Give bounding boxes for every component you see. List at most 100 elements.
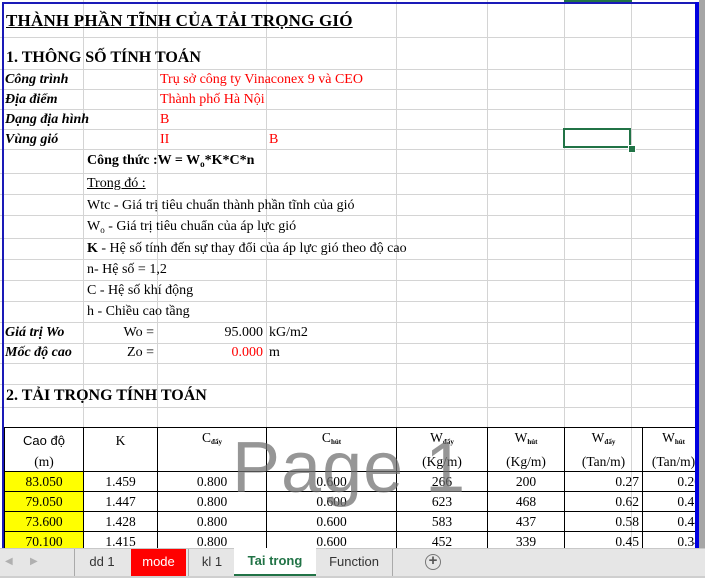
definition-k: K - Hệ số tính đến sự thay đổi của áp lự… [87, 239, 407, 259]
cell-cao-do[interactable]: 73.600 [4, 511, 84, 532]
cell-w-day-kg[interactable]: 623 [396, 491, 488, 512]
cell-cao-do[interactable]: 70.100 [4, 531, 84, 548]
vung-gio-label: Vùng gió [5, 132, 59, 147]
zo-label: Mốc độ cao [5, 345, 72, 360]
wo-label: Giá trị Wo [5, 325, 65, 340]
gridline [0, 109, 705, 110]
header-cao-do: Cao độ [4, 427, 84, 452]
cell-w-day-tan[interactable]: 0.45 [564, 531, 643, 548]
cell-cao-do[interactable]: 79.050 [4, 491, 84, 512]
worksheet-grid[interactable]: THÀNH PHẦN TĨNH CỦA TẢI TRỌNG GIÓ 1. THÔ… [0, 0, 705, 548]
unit-k [83, 452, 158, 472]
page-break-border [2, 2, 696, 4]
header-w-day-tan: Wđẩy [564, 427, 643, 452]
header-c-day: Cđẩy [157, 427, 267, 452]
cell-w-hut-kg[interactable]: 200 [487, 471, 565, 492]
sheet-tab-bar: ◀ ▶ dd 1 mode kl 1 Tai trong Function + [0, 548, 705, 578]
unit-w-day-tan: (Tan/m) [564, 452, 643, 472]
cell-w-day-tan[interactable]: 0.27 [564, 471, 643, 492]
cell-c-hut[interactable]: 0.600 [266, 511, 397, 532]
wo-equals: Wo = [123, 325, 155, 340]
tab-function[interactable]: Function [316, 549, 393, 576]
unit-c-hut [266, 452, 397, 472]
formula: Công thức :W = Wo*K*C*n [87, 151, 254, 171]
header-w-hut-kg: Whút [487, 427, 565, 452]
vung-gio-value-zone[interactable]: II [160, 130, 169, 150]
gridline [0, 37, 705, 38]
vung-gio-value-sub[interactable]: B [269, 130, 278, 150]
tab-tai-trong[interactable]: Tai trong [234, 548, 316, 576]
cell-w-day-tan[interactable]: 0.58 [564, 511, 643, 532]
table-row: 83.050 1.459 0.800 0.600 266 200 0.27 0.… [4, 471, 705, 492]
fill-handle[interactable] [628, 145, 636, 153]
cell-c-hut[interactable]: 0.600 [266, 471, 397, 492]
definition-wtc: Wtc - Giá trị tiêu chuẩn thành phần tĩnh… [87, 198, 355, 213]
gridline [0, 384, 705, 385]
cell-w-hut-kg[interactable]: 339 [487, 531, 565, 548]
zo-equals: Zo = [127, 345, 154, 360]
table-header-row: Cao độ K Cđẩy Chút Wđẩy Whút Wđẩy Whút [4, 427, 705, 452]
out-of-print-area [699, 0, 705, 548]
wo-value[interactable]: 95.000 [158, 323, 264, 343]
zo-unit: m [269, 345, 280, 360]
sheet-title: THÀNH PHẦN TĨNH CỦA TẢI TRỌNG GIÓ [6, 11, 353, 30]
tab-mode[interactable]: mode [131, 549, 186, 576]
wo-unit: kG/m2 [269, 325, 308, 340]
cell-k[interactable]: 1.415 [83, 531, 158, 548]
formula-suffix: *K*C*n [204, 153, 255, 168]
scroll-tabs-right-icon[interactable]: ▶ [30, 556, 38, 567]
cell-k[interactable]: 1.428 [83, 511, 158, 532]
tab-kl-1[interactable]: kl 1 [188, 549, 235, 576]
cell-w-day-kg[interactable]: 266 [396, 471, 488, 492]
cell-w-hut-kg[interactable]: 437 [487, 511, 565, 532]
unit-cao-do: (m) [4, 452, 84, 472]
table-row: 70.100 1.415 0.800 0.600 452 339 0.45 0.… [4, 531, 705, 548]
active-cell-selection[interactable] [563, 128, 631, 148]
cell-c-day[interactable]: 0.800 [157, 471, 267, 492]
cell-c-hut[interactable]: 0.600 [266, 491, 397, 512]
dang-dia-hinh-value[interactable]: B [160, 110, 169, 130]
cell-c-hut[interactable]: 0.600 [266, 531, 397, 548]
formula-prefix: Công thức :W = W [87, 153, 201, 168]
zo-value[interactable]: 0.000 [158, 343, 264, 363]
cong-trinh-value[interactable]: Trụ sở công ty Vinaconex 9 và CEO [160, 70, 363, 90]
unit-w-day-kg: (Kg/m) [396, 452, 488, 472]
definition-wo-text: - Giá trị tiêu chuẩn của áp lực gió [104, 219, 297, 234]
header-k: K [83, 427, 158, 452]
cell-w-day-kg[interactable]: 583 [396, 511, 488, 532]
gridline [0, 363, 705, 364]
definition-c: C - Hệ số khí động [87, 283, 194, 298]
gridline [0, 149, 705, 150]
header-c-hut: Chút [266, 427, 397, 452]
cell-k[interactable]: 1.459 [83, 471, 158, 492]
definition-k-symbol: K [87, 241, 98, 256]
definition-k-text: - Hệ số tính đến sự thay đổi của áp lực … [97, 241, 407, 256]
cell-c-day[interactable]: 0.800 [157, 531, 267, 548]
unit-w-hut-kg: (Kg/m) [487, 452, 565, 472]
table-unit-row: (m) (Kg/m) (Kg/m) (Tan/m) (Tan/m) [4, 452, 705, 472]
cell-c-day[interactable]: 0.800 [157, 511, 267, 532]
table-row: 79.050 1.447 0.800 0.600 623 468 0.62 0.… [4, 491, 705, 512]
gridline [0, 194, 705, 195]
cell-k[interactable]: 1.447 [83, 491, 158, 512]
table-row: 73.600 1.428 0.800 0.600 583 437 0.58 0.… [4, 511, 705, 532]
load-table: Cao độ K Cđẩy Chút Wđẩy Whút Wđẩy Whút (… [4, 427, 705, 548]
scroll-tabs-left-icon[interactable]: ◀ [5, 556, 13, 567]
cong-trinh-label: Công trình [5, 72, 69, 87]
definition-wo: Wo - Giá trị tiêu chuẩn của áp lực gió [87, 217, 296, 237]
cell-w-hut-kg[interactable]: 468 [487, 491, 565, 512]
definition-n: n- Hệ số = 1,2 [87, 262, 167, 277]
add-sheet-icon[interactable]: + [425, 553, 441, 570]
section-1-heading: 1. THÔNG SỐ TÍNH TOÁN [6, 49, 201, 66]
definition-h: h - Chiều cao tầng [87, 304, 190, 319]
tab-dd-1[interactable]: dd 1 [74, 549, 129, 576]
dia-diem-label: Địa điểm [5, 92, 58, 107]
trong-do-label: Trong đó : [87, 176, 146, 191]
cell-c-day[interactable]: 0.800 [157, 491, 267, 512]
cell-w-day-kg[interactable]: 452 [396, 531, 488, 548]
dia-diem-value[interactable]: Thành phố Hà Nội [160, 90, 265, 110]
gridline [0, 407, 705, 408]
header-w-day-kg: Wđẩy [396, 427, 488, 452]
cell-cao-do[interactable]: 83.050 [4, 471, 84, 492]
cell-w-day-tan[interactable]: 0.62 [564, 491, 643, 512]
